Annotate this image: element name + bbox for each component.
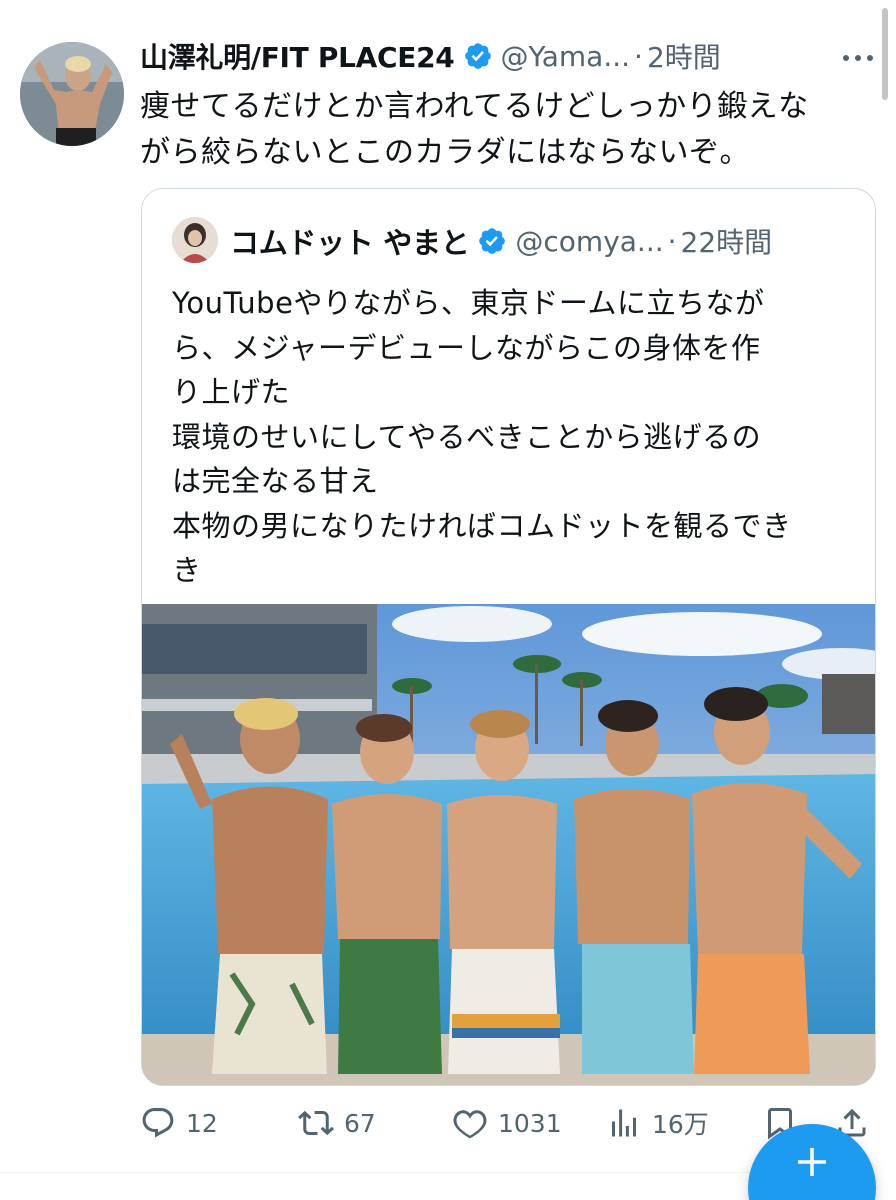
verified-badge-icon: [464, 43, 491, 69]
tweet-text-line: がら絞らないとこのカラダにはならないぞ。: [140, 135, 750, 170]
quoted-text-line: ら、メジャーデビューしながらこの身体を作: [172, 330, 761, 365]
retweet-icon: [298, 1110, 334, 1136]
reply-button[interactable]: 12: [140, 1100, 218, 1146]
views-icon: [612, 1109, 636, 1137]
more-icon[interactable]: [838, 48, 878, 68]
quoted-text-line: り上げた: [172, 375, 291, 409]
divider: [0, 1172, 760, 1173]
author-name[interactable]: 山澤礼明/FIT PLACE24: [140, 36, 455, 76]
tweet-header: 山澤礼明/FIT PLACE24 @Yama... · 2時間: [140, 34, 840, 78]
quoted-tweet-header: コムドット やまと @comya... · 22時間: [230, 219, 870, 263]
quoted-author-avatar[interactable]: [172, 217, 218, 263]
views-button[interactable]: 16万: [606, 1100, 709, 1146]
quoted-tweet[interactable]: コムドット やまと @comya... · 22時間 YouTubeやりながら、…: [141, 188, 876, 1086]
quoted-text-line: 本物の男になりたければコムドットを観るでき: [172, 508, 792, 543]
like-icon: [453, 1110, 487, 1139]
scrollbar[interactable]: [882, 8, 888, 100]
views-count: 16万: [652, 1110, 709, 1139]
retweet-count: 67: [344, 1108, 376, 1138]
quoted-text-line: き: [172, 553, 202, 587]
quoted-text-line: 環境のせいにしてやるべきことから逃げるの: [172, 419, 762, 454]
like-count: 1031: [498, 1108, 562, 1138]
quoted-tweet-text: YouTubeやりながら、東京ドームに立ちなが ら、メジャーデビューしながらこの…: [172, 281, 852, 593]
author-handle[interactable]: @Yama...: [501, 40, 631, 73]
retweet-button[interactable]: 67: [298, 1100, 376, 1146]
tweet-text: 痩せてるだけとか言われてるけどしっかり鍛えな がら絞らないとこのカラダにはならな…: [140, 84, 880, 176]
quoted-tweet-time[interactable]: 22時間: [681, 221, 773, 261]
separator-dot: ·: [634, 39, 643, 73]
compose-button[interactable]: [748, 1124, 876, 1200]
compose-icon: [798, 1148, 826, 1176]
tweet-text-line: 痩せてるだけとか言われてるけどしっかり鍛えな: [140, 89, 809, 124]
verified-badge-icon: [479, 228, 506, 254]
quoted-text-line: YouTubeやりながら、東京ドームに立ちなが: [172, 286, 765, 320]
separator-dot: ·: [667, 224, 677, 258]
quoted-tweet-photo[interactable]: [142, 604, 876, 1086]
quoted-text-line: は完全なる甘え: [172, 464, 379, 498]
tweet-time[interactable]: 2時間: [647, 36, 721, 76]
quoted-author-name[interactable]: コムドット やまと: [230, 220, 470, 262]
reply-count: 12: [186, 1108, 218, 1138]
tweet[interactable]: 山澤礼明/FIT PLACE24 @Yama... · 2時間 痩せてるだけとか…: [0, 0, 896, 1200]
quoted-author-handle[interactable]: @comya...: [515, 225, 663, 258]
author-avatar[interactable]: [20, 42, 124, 146]
like-button[interactable]: 1031: [452, 1100, 562, 1146]
reply-icon: [142, 1108, 174, 1138]
